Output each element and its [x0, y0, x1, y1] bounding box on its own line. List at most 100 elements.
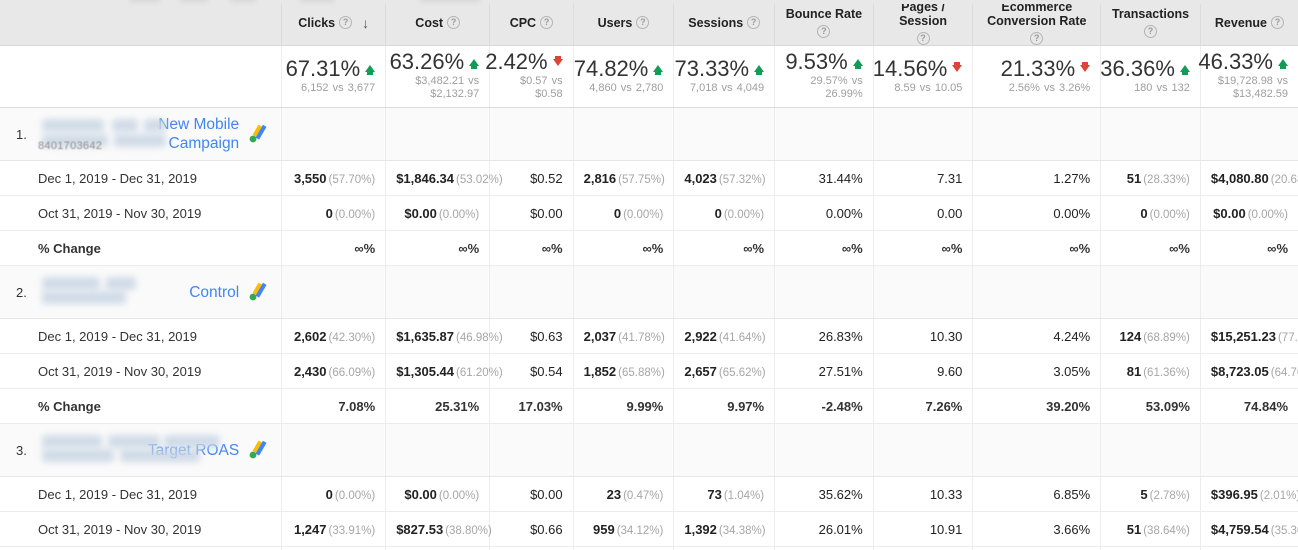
campaign-title-cell[interactable]: 1. 8401703642 New Mobile Campaign [0, 107, 282, 161]
column-header-inner: Sessions? [682, 16, 766, 30]
cell-cpc: -100.00% [489, 546, 574, 550]
cell-value: ∞% [354, 240, 376, 256]
cell-cost: $1,305.44 (61.20%) [385, 353, 503, 389]
campaign-name-link[interactable]: Control [189, 283, 239, 302]
cell-value: 1,247 [293, 521, 327, 537]
cell-bounce_rate: 26.83% [774, 318, 874, 354]
campaign-header-empty-cell [281, 107, 386, 161]
cell-pages_session: 10.33 [872, 476, 973, 512]
cell-value: 3,550 [293, 170, 327, 186]
cell-cpc: $0.00 [489, 476, 574, 512]
cell-sessions: 1,392 (34.38%) [673, 511, 775, 547]
campaign-header-empty-cell [673, 423, 775, 477]
cell-cpc: ∞% [489, 230, 574, 266]
summary-dimension-cell [0, 45, 282, 108]
cell-ecommerce_cr: 3.05% [972, 353, 1101, 389]
cell-revenue: $4,759.54(35.30%) [1199, 511, 1298, 547]
campaign-header-empty-cell [872, 423, 973, 477]
cell-bounce_rate: -2.48% [774, 388, 874, 424]
cell-ecommerce_cr: 86.95% [972, 546, 1101, 550]
cell-clicks: 2,602 (42.30%) [281, 318, 386, 354]
cell-value: 23 [606, 486, 622, 502]
cell-share-percent: (66.09%) [328, 366, 376, 379]
blur-pill [42, 277, 100, 290]
summary-compare-cpc: $0.57 vs $0.58 [520, 75, 563, 100]
column-header-ecommerce_cr[interactable]: Ecommerce Conversion Rate? [972, 0, 1101, 46]
cell-share-percent: (2.78%) [1149, 489, 1190, 502]
campaign-header-empty-cell [774, 265, 874, 319]
cell-cost: ∞% [385, 230, 490, 266]
cell-share-percent: (61.20%) [456, 366, 503, 379]
redacted-campaign-name: 8401703642 [34, 117, 166, 152]
google-ads-icon [249, 282, 267, 301]
cell-value: 3.66% [1053, 521, 1091, 537]
column-header-pages_session[interactable]: Pages / Session? [872, 0, 973, 46]
column-header-bounce_rate[interactable]: Bounce Rate? [774, 0, 874, 46]
cell-revenue: $0.00 (0.00%) [1199, 195, 1298, 231]
cell-value: 10.91 [929, 521, 963, 537]
summary-value-bounce_rate: 9.53% [785, 50, 863, 74]
column-header-transactions[interactable]: Transactions? [1100, 0, 1201, 46]
campaign-header-empty-cell [572, 423, 674, 477]
cell-share-percent: (53.02%) [456, 173, 503, 186]
campaign-title-wrap: 1. 8401703642 New Mobile Campaign [10, 108, 271, 160]
cell-share-percent: (41.64%) [718, 331, 766, 344]
cell-clicks: ∞% [281, 230, 386, 266]
summary-cell-users: 74.82% 4,860 vs 2,780 [572, 45, 674, 108]
redacted-campaign-name [34, 275, 183, 309]
cell-sessions: 9.97% [673, 388, 775, 424]
column-header-revenue[interactable]: Revenue? [1199, 0, 1298, 46]
summary-percent: 63.26% [389, 49, 465, 74]
cell-value: 7.26% [925, 398, 963, 414]
blur-pill [108, 435, 160, 448]
cell-share-percent: (0.00%) [438, 208, 480, 221]
column-header-label: Bounce Rate [785, 7, 863, 21]
cell-value: 6.85% [1053, 486, 1091, 502]
trend-up-icon [1179, 65, 1190, 75]
cell-cost: $1,635.87 (46.98%) [385, 318, 503, 354]
summary-compare-pages_session: 8.59 vs 10.05 [894, 81, 963, 94]
cell-value: 1,392 [684, 521, 717, 537]
cell-bounce_rate: ∞% [774, 230, 874, 266]
arrow-down-icon[interactable]: ↓ [362, 16, 369, 30]
summary-value-cost: 63.26% [390, 50, 480, 74]
column-header-label: Clicks [298, 15, 336, 30]
campaign-header-empty-cell [489, 107, 574, 161]
blur-pill [114, 134, 166, 147]
row-current-period: Dec 1, 2019 - Dec 31, 2019 0 (0.00%) $0.00(… [0, 476, 1298, 512]
cell-value: $8,723.05 [1210, 363, 1269, 379]
row-label: Oct 31, 2019 - Nov 30, 2019 [38, 205, 202, 221]
campaign-header-empty-cell [281, 265, 386, 319]
cell-value: 81 [1126, 363, 1142, 379]
campaign-metrics-table: Clicks? ↓ Cost? CPC? Users? Sessions? Bounce R… [0, 0, 1298, 550]
summary-cell-cost: 63.26% $3,482.21 vs $2,132.97 [385, 45, 490, 108]
column-header-cpc[interactable]: CPC? [489, 0, 574, 46]
cell-revenue: $396.95 (2.01%) [1199, 476, 1298, 512]
cell-value: 0.00% [1053, 205, 1091, 221]
column-header-users[interactable]: Users? [572, 0, 674, 46]
campaign-title-cell[interactable]: 2. Control [0, 265, 282, 319]
cell-value: 0 [325, 486, 333, 502]
cell-share-percent: (35.30%) [1270, 524, 1298, 537]
cell-bounce_rate: 0.00% [774, 195, 874, 231]
column-header-sessions[interactable]: Sessions? [673, 0, 775, 46]
cell-value: 2,037 [583, 328, 617, 344]
row-label-cell: % Change [0, 388, 282, 424]
column-header-dimension [0, 0, 282, 46]
cell-value: $0.00 [530, 486, 563, 502]
summary-value-transactions: 36.36% [1100, 56, 1190, 81]
column-header-clicks[interactable]: Clicks? ↓ [281, 0, 386, 46]
campaign-title-cell[interactable]: 3. Target ROAS [0, 423, 282, 477]
row-label-cell: % Change [0, 230, 282, 266]
cell-value: $0.00 [530, 205, 563, 221]
cell-cost: $1,846.34 (53.02%) [385, 160, 503, 196]
column-header-cost[interactable]: Cost? [385, 0, 490, 46]
cell-ecommerce_cr: 6.85% [972, 476, 1101, 512]
cell-transactions: 124 (68.89%) [1100, 318, 1201, 354]
cell-clicks: 1,247 (33.91%) [281, 511, 386, 547]
cell-transactions: ∞% [1100, 230, 1201, 266]
cell-share-percent: (65.62%) [718, 366, 766, 379]
users-help-icon: ? [636, 16, 650, 29]
cell-revenue: -91.66% [1199, 546, 1298, 550]
ecommerce_cr-help-icon: ? [1030, 32, 1044, 45]
